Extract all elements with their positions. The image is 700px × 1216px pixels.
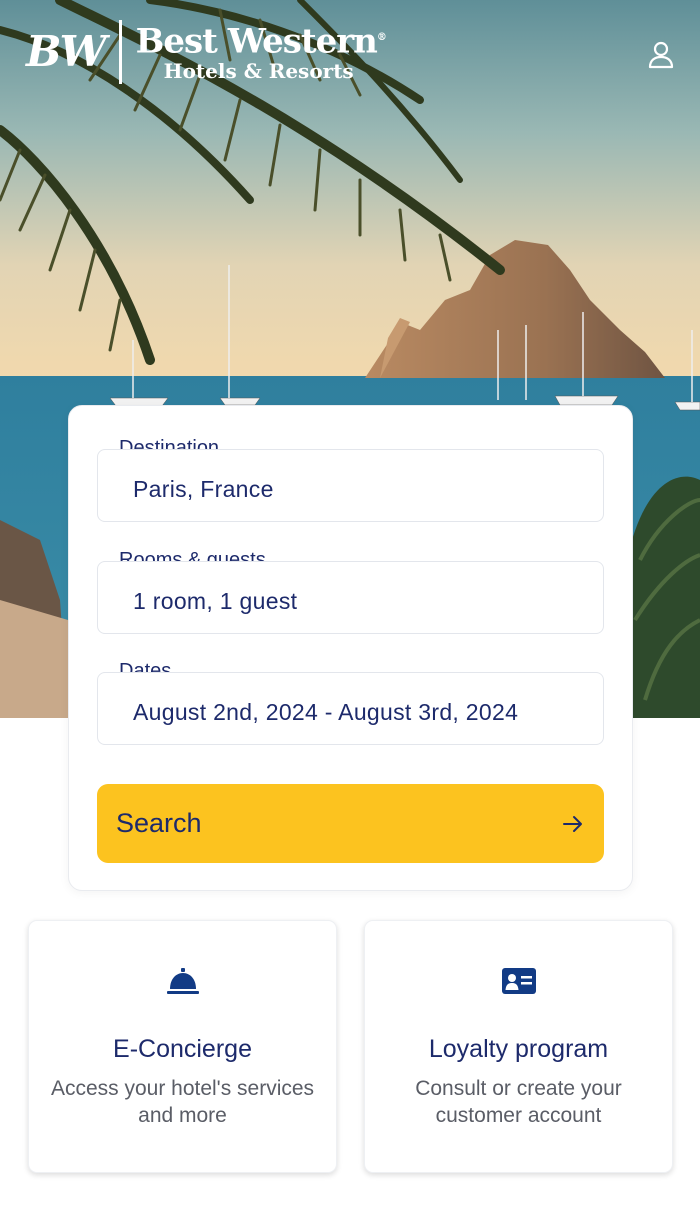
search-button[interactable]: Search: [97, 784, 604, 863]
dates-field[interactable]: August 2nd, 2024 - August 3rd, 2024: [97, 672, 604, 745]
search-card: Destination Paris, France Rooms & guests…: [68, 405, 633, 891]
e-concierge-tile[interactable]: E-Concierge Access your hotel's services…: [28, 920, 337, 1173]
dates-value: August 2nd, 2024 - August 3rd, 2024: [133, 699, 519, 725]
top-bar: BW Best Western® Hotels & Resorts: [0, 0, 700, 100]
logo-tagline: Hotels & Resorts: [163, 58, 354, 83]
arrow-right-icon: [563, 816, 582, 832]
logo-monogram: BW: [26, 27, 107, 76]
loyalty-program-title: Loyalty program: [428, 1035, 609, 1063]
e-concierge-title: E-Concierge: [113, 1035, 252, 1063]
rooms-guests-field[interactable]: 1 room, 1 guest: [97, 561, 604, 634]
destination-value: Paris, France: [133, 476, 274, 502]
destination-field[interactable]: Paris, France: [97, 449, 604, 522]
e-concierge-description: Access your hotel's services and more: [50, 1077, 315, 1127]
logo-name: Best Western®: [135, 21, 387, 62]
loyalty-program-description: Consult or create your customer account: [415, 1077, 622, 1127]
loyalty-program-tile[interactable]: Loyalty program Consult or create your c…: [364, 920, 673, 1173]
concierge-bell-icon: [167, 968, 199, 994]
account-icon[interactable]: [646, 40, 676, 70]
search-button-label: Search: [116, 808, 202, 838]
best-western-logo[interactable]: BW Best Western® Hotels & Resorts: [26, 20, 387, 84]
rooms-guests-value: 1 room, 1 guest: [133, 588, 298, 614]
logo-divider: [118, 20, 122, 84]
id-card-icon: [502, 968, 536, 994]
